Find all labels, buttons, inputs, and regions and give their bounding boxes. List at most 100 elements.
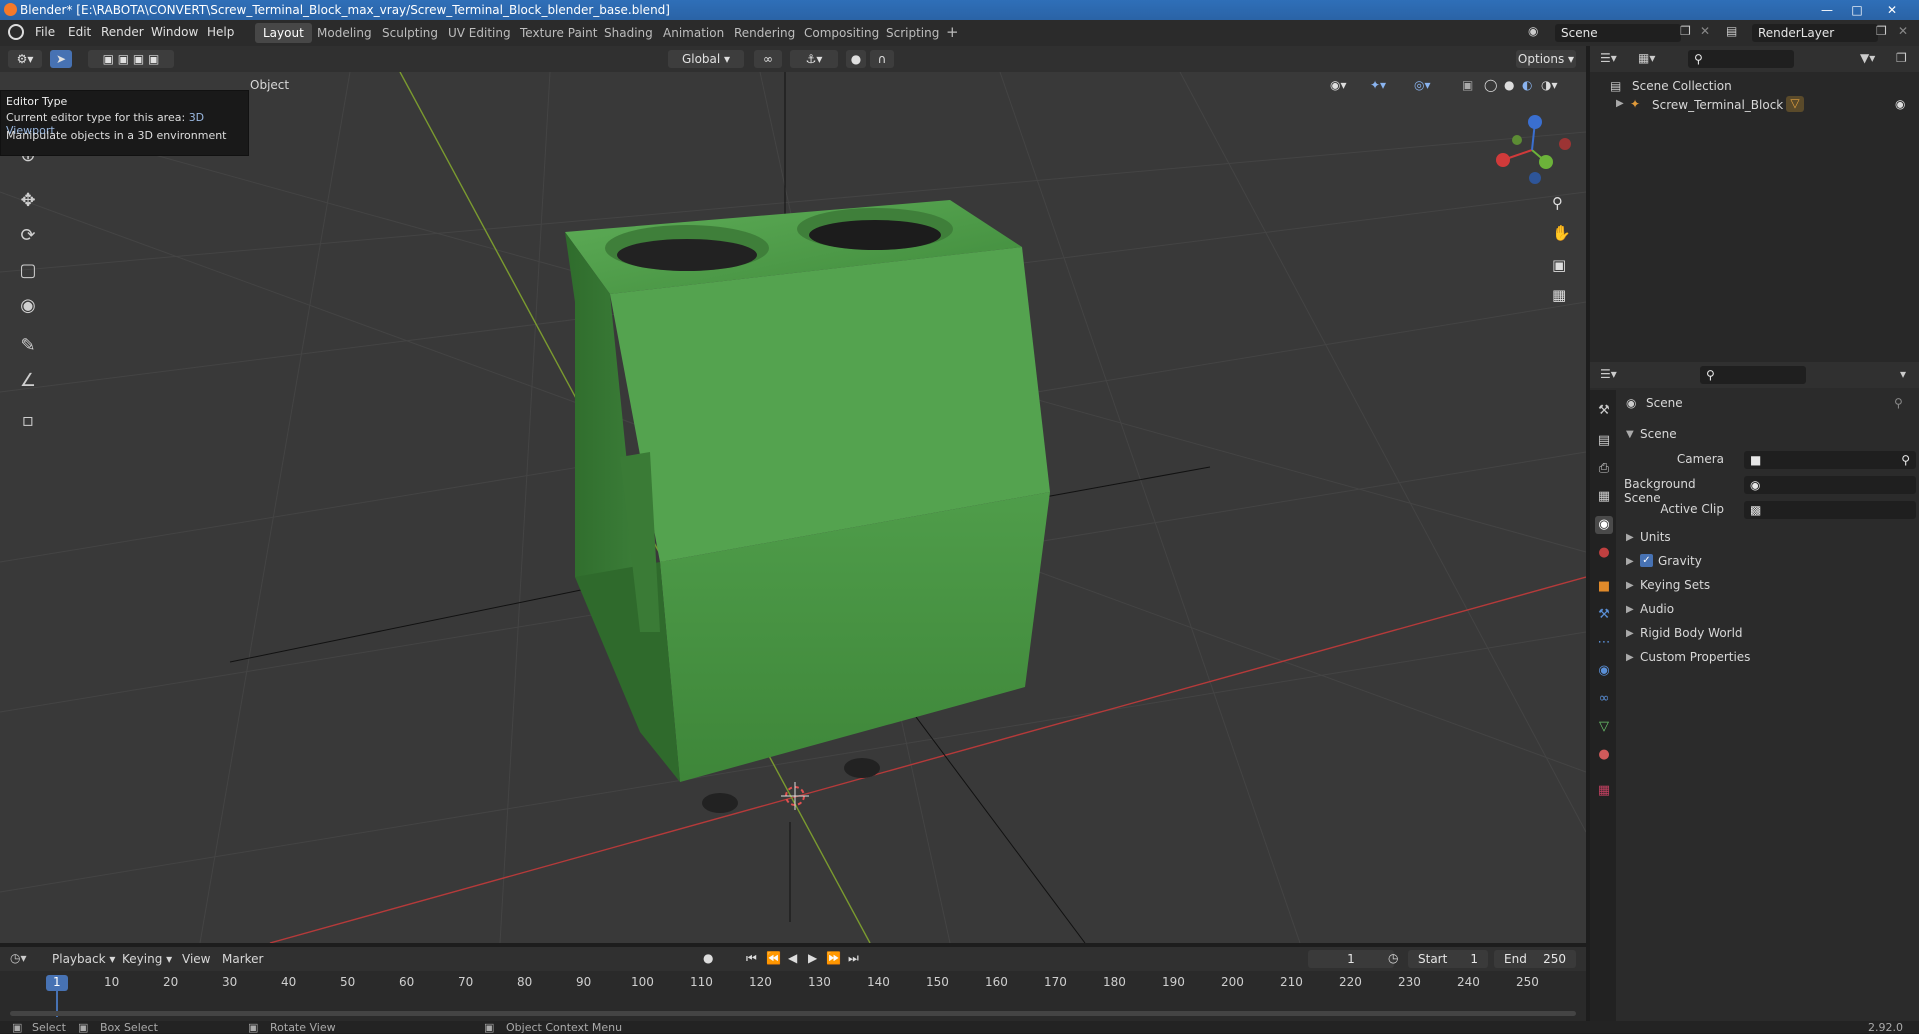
outliner-search-input[interactable]: ⚲ [1688, 50, 1794, 68]
expand-arrow-icon[interactable]: ▶ [1616, 98, 1624, 109]
menu-edit[interactable]: Edit [68, 25, 91, 39]
falloff-icon[interactable]: ∩ [870, 50, 894, 68]
background-scene-field[interactable]: ◉ [1744, 476, 1916, 494]
current-frame-field[interactable]: 1 [1308, 950, 1394, 968]
outliner-editor-icon[interactable]: ☰▾ [1600, 51, 1617, 65]
transform-tool-icon[interactable]: ◉ [14, 292, 42, 320]
material-shading-icon[interactable]: ◐ [1522, 78, 1532, 92]
maximize-icon[interactable]: □ [1845, 0, 1869, 20]
view-layer-tab-icon[interactable]: ▦ [1595, 488, 1613, 506]
playback-menu[interactable]: Playback ▾ [52, 952, 115, 966]
menu-file[interactable]: File [35, 25, 55, 39]
move-tool-icon[interactable]: ✥ [14, 187, 42, 215]
texture-tab-icon[interactable]: ▦ [1595, 782, 1613, 800]
play-icon[interactable]: ▶ [808, 951, 817, 965]
annotate-tool-icon[interactable]: ✎ [14, 332, 42, 360]
select-tool-icon[interactable]: ➤ [50, 50, 72, 68]
gravity-expand-icon[interactable]: ▶ [1626, 556, 1634, 567]
pin-icon[interactable]: ⚲ [1894, 396, 1903, 410]
measure-tool-icon[interactable]: ∠ [14, 367, 42, 395]
timeline-editor-icon[interactable]: ◷▾ [10, 951, 27, 965]
solid-shading-icon[interactable]: ● [1504, 78, 1514, 92]
filter-icon[interactable]: ▼▾ [1860, 51, 1875, 65]
material-tab-icon[interactable]: ● [1595, 746, 1613, 764]
audio-expand-icon[interactable]: ▶ [1626, 604, 1634, 615]
eye-visibility-icon[interactable]: ◉ [1895, 97, 1905, 111]
perspective-grid-icon[interactable]: ▦ [1552, 286, 1566, 304]
proportional-edit-icon[interactable]: ● [846, 50, 866, 68]
menu-help[interactable]: Help [207, 25, 234, 39]
tab-shading[interactable]: Shading [596, 23, 661, 43]
delete-renderlayer-icon[interactable]: ✕ [1898, 24, 1908, 38]
physics-tab-icon[interactable]: ◉ [1595, 662, 1613, 680]
add-cube-tool-icon[interactable]: ▫ [14, 407, 42, 435]
scene-selector[interactable]: Scene [1555, 24, 1681, 42]
tab-modeling[interactable]: Modeling [309, 23, 380, 43]
active-clip-field[interactable]: ▩ [1744, 501, 1916, 519]
marker-menu[interactable]: Marker [222, 952, 263, 966]
tab-rendering[interactable]: Rendering [726, 23, 803, 43]
blender-menu-icon[interactable] [8, 24, 24, 40]
output-tab-icon[interactable]: ⎙ [1595, 460, 1613, 478]
menu-window[interactable]: Window [151, 25, 198, 39]
section-collapse-icon[interactable]: ▼ [1626, 429, 1634, 440]
keying-sets-panel[interactable]: Keying Sets [1640, 578, 1710, 592]
prev-keyframe-icon[interactable]: ⏪ [766, 951, 781, 965]
rotate-tool-icon[interactable]: ⟳ [14, 222, 42, 250]
world-tab-icon[interactable]: ● [1595, 544, 1613, 562]
gravity-checkbox[interactable]: ✓ [1640, 554, 1653, 567]
rendered-shading-icon[interactable]: ◑▾ [1541, 78, 1558, 92]
new-scene-icon[interactable]: ❐ [1680, 24, 1691, 38]
custom-properties-panel[interactable]: Custom Properties [1640, 650, 1750, 664]
scene-collection-label[interactable]: Scene Collection [1632, 79, 1732, 93]
tab-uv-editing[interactable]: UV Editing [440, 23, 519, 43]
renderlayer-icon[interactable]: ▤ [1726, 24, 1737, 38]
outliner-item-screw-terminal-block[interactable]: Screw_Terminal_Block [1652, 98, 1783, 112]
modifier-icon[interactable]: ▽ [1786, 96, 1804, 112]
gravity-panel[interactable]: Gravity [1658, 554, 1702, 568]
units-expand-icon[interactable]: ▶ [1626, 532, 1634, 543]
delete-scene-icon[interactable]: ✕ [1700, 24, 1710, 38]
editor-type-button[interactable]: ⚙▾ [8, 50, 42, 68]
clock-icon[interactable]: ◷ [1388, 951, 1398, 965]
timeline-scrollbar[interactable] [10, 1011, 1576, 1016]
zoom-icon[interactable]: ⚲ [1552, 194, 1563, 212]
object-tab-icon[interactable]: ■ [1595, 578, 1613, 596]
object-menu[interactable]: Object [250, 78, 289, 92]
navigation-gizmo[interactable] [1496, 115, 1571, 184]
start-frame-field[interactable]: Start 1 [1408, 950, 1488, 968]
rigid-body-world-expand-icon[interactable]: ▶ [1626, 628, 1634, 639]
overlays-icon[interactable]: ◎▾ [1414, 78, 1431, 92]
properties-search-input[interactable]: ⚲ [1700, 366, 1806, 384]
jump-end-icon[interactable]: ⏭ [848, 951, 859, 966]
custom-properties-expand-icon[interactable]: ▶ [1626, 652, 1634, 663]
scene-section-header[interactable]: Scene [1640, 427, 1677, 441]
properties-options-icon[interactable]: ▾ [1900, 367, 1906, 381]
camera-view-icon[interactable]: ▣ [1552, 256, 1566, 274]
view-menu[interactable]: View [182, 952, 210, 966]
scale-tool-icon[interactable]: ▢ [14, 257, 42, 285]
jump-start-icon[interactable]: ⏮ [746, 951, 757, 966]
scene-tab-icon[interactable]: ◉ [1595, 516, 1613, 534]
display-mode-icon[interactable]: ▦▾ [1638, 51, 1655, 65]
minimize-icon[interactable]: — [1815, 0, 1839, 20]
next-keyframe-icon[interactable]: ⏩ [826, 951, 841, 965]
keying-sets-expand-icon[interactable]: ▶ [1626, 580, 1634, 591]
options-dropdown[interactable]: Options ▾ [1516, 50, 1576, 68]
tab-compositing[interactable]: Compositing [796, 23, 887, 43]
units-panel[interactable]: Units [1640, 530, 1671, 544]
keying-menu[interactable]: Keying ▾ [122, 952, 172, 966]
tool-tab-icon[interactable]: ⚒ [1595, 402, 1613, 420]
screw-terminal-block-object[interactable] [565, 200, 1050, 813]
xray-icon[interactable]: ▣ [1462, 78, 1473, 92]
tab-scripting[interactable]: Scripting [878, 23, 947, 43]
selection-mode-buttons[interactable]: ▣ ▣ ▣ ▣ [88, 50, 174, 68]
tab-texture-paint[interactable]: Texture Paint [512, 23, 605, 43]
rigid-body-world-panel[interactable]: Rigid Body World [1640, 626, 1743, 640]
constraints-tab-icon[interactable]: ∞ [1595, 690, 1613, 708]
render-tab-icon[interactable]: ▤ [1595, 432, 1613, 450]
pivot-icon[interactable]: ∞ [754, 50, 782, 68]
record-icon[interactable]: ● [703, 951, 713, 965]
tab-animation[interactable]: Animation [655, 23, 732, 43]
gizmo-toggle-icon[interactable]: ✦▾ [1370, 78, 1386, 92]
